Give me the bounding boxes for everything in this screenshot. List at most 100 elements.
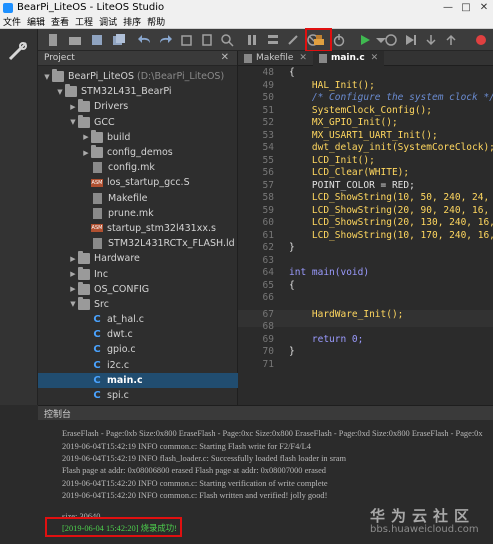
menu-sort[interactable]: 排序 (120, 15, 144, 28)
line-number: 71 (262, 358, 274, 370)
line-number: 68 (262, 321, 274, 332)
paste-icon[interactable] (200, 33, 214, 47)
tab-makefile[interactable]: Makefile ✕ (238, 51, 313, 66)
tab-label: main.c (330, 53, 365, 63)
tree-item[interactable]: ▶ OS_CONFIG (38, 281, 238, 297)
watermark-url: bbs.huaweicloud.com (370, 524, 479, 535)
chevron-down-icon[interactable]: ▼ (68, 118, 78, 126)
tree-item-label: build (107, 131, 131, 143)
tree-item[interactable]: ▶ Drivers (38, 99, 238, 114)
tree-item-label: GCC (94, 116, 115, 128)
tree-item[interactable]: STM32L431RCTx_FLASH.ld (38, 236, 238, 251)
code-line: LCD_Init(); (289, 154, 375, 166)
build-icon[interactable] (246, 33, 260, 47)
tree-item[interactable]: config.mk (38, 160, 238, 175)
tree-item[interactable]: ▼ Src (38, 296, 238, 312)
search-icon[interactable] (220, 33, 234, 47)
run-icon[interactable] (358, 33, 372, 47)
rebuild-icon[interactable] (266, 33, 280, 47)
tree-item[interactable]: Cgpio.c (38, 342, 238, 357)
app-icon (3, 2, 13, 13)
step-out-icon[interactable] (444, 33, 458, 47)
code-line: { (289, 67, 295, 78)
chevron-right-icon[interactable]: ▶ (68, 255, 78, 263)
editor-tabs: Makefile ✕ main.c ✕ (238, 50, 493, 66)
code-line: LCD_ShowString(10, 50, 240, 24, 24, " (311, 192, 490, 203)
window-title: BearPi_LiteOS - LiteOS Studio (17, 2, 165, 13)
tools-icon[interactable] (6, 39, 30, 63)
code-line: } (289, 346, 295, 357)
power-icon[interactable] (332, 33, 346, 47)
open-folder-icon[interactable] (68, 33, 82, 47)
chevron-right-icon[interactable]: ▶ (81, 133, 91, 141)
chevron-right-icon[interactable]: ▶ (81, 149, 91, 157)
tree-item[interactable]: ▼ GCC (38, 114, 238, 130)
file-icon (93, 192, 102, 204)
tree-item-label: at_hal.c (107, 314, 145, 326)
clean-icon[interactable] (286, 33, 300, 47)
code-line: HardWare_Init(); (289, 308, 404, 320)
line-number: 55 (262, 154, 274, 166)
tree-item[interactable]: ▼ STM32L431_BearPi (38, 84, 238, 99)
tree-item[interactable]: Cdwt.c (38, 327, 238, 342)
step-over-icon[interactable] (404, 33, 418, 47)
minimize-button[interactable]: — (439, 2, 457, 13)
save-all-icon[interactable] (112, 33, 126, 47)
redo-icon[interactable] (158, 33, 172, 47)
chevron-right-icon[interactable]: ▶ (68, 103, 78, 111)
close-icon[interactable]: ✕ (221, 52, 229, 63)
copy-icon[interactable] (180, 33, 194, 47)
chevron-down-icon[interactable]: ▼ (55, 88, 65, 96)
tree-item[interactable]: Cat_hal.c (38, 312, 238, 327)
line-number: 56 (262, 167, 274, 178)
close-icon[interactable]: ✕ (299, 53, 307, 63)
tree-item[interactable]: prune.mk (38, 206, 238, 221)
tree-item-label: BearPi_LiteOS (68, 71, 135, 83)
menu-view[interactable]: 查看 (48, 15, 72, 28)
undo-icon[interactable] (138, 33, 152, 47)
close-icon[interactable]: ✕ (371, 53, 379, 63)
watermark-title: 华为云社区 (370, 507, 476, 525)
toolbar (38, 29, 493, 51)
line-number: 62 (262, 242, 274, 253)
tree-item-label: los_startup_gcc.S (107, 177, 190, 189)
menu-debug[interactable]: 调试 (96, 15, 120, 28)
step-into-icon[interactable] (424, 33, 438, 47)
tab-label: Makefile (256, 53, 294, 63)
code-line: { (289, 279, 295, 291)
code-line: MX_USART1_UART_Init(); (289, 129, 438, 141)
tree-item[interactable]: ▼ BearPi_LiteOS (D:\BearPi_LiteOS) (38, 69, 238, 84)
tree-item[interactable]: Makefile (38, 191, 238, 206)
code-editor[interactable]: 48 {49 HAL_Init(); 50 /* Configure the sys… (238, 66, 493, 405)
chevron-right-icon[interactable]: ▶ (68, 285, 78, 293)
tree-item[interactable]: Cmain.c (38, 372, 238, 388)
chevron-down-icon[interactable]: ▼ (68, 300, 78, 308)
menu-project[interactable]: 工程 (72, 15, 96, 28)
line-number: 49 (262, 79, 274, 91)
close-button[interactable]: ✕ (475, 2, 493, 13)
line-number: 60 (262, 217, 274, 228)
stop-debug-icon[interactable] (474, 33, 488, 47)
new-file-icon[interactable] (46, 33, 60, 47)
chevron-down-icon[interactable]: ▼ (42, 73, 52, 81)
tree-item[interactable]: ASM los_startup_gcc.S (38, 175, 238, 190)
tab-main-c[interactable]: main.c ✕ (312, 50, 385, 66)
tree-item[interactable]: Cspi.c (38, 388, 238, 403)
folder-icon (78, 281, 90, 295)
debug-step-icon[interactable] (384, 33, 398, 47)
menu-file[interactable]: 文件 (0, 15, 24, 28)
tree-item[interactable]: ASM startup_stm32l431xx.s (38, 221, 238, 236)
save-icon[interactable] (90, 33, 104, 47)
chevron-right-icon[interactable]: ▶ (68, 270, 78, 278)
maximize-button[interactable]: □ (457, 2, 475, 13)
menu-help[interactable]: 帮助 (144, 15, 168, 28)
console-line: EraseFlash - Page:0xb Size:0x800 EraseFl… (62, 429, 483, 438)
menu-edit[interactable]: 编辑 (24, 15, 48, 28)
tree-item[interactable]: ▶ build (38, 129, 238, 145)
tree-item[interactable]: ▶ Hardware (38, 251, 238, 266)
code-line: LCD_Clear(WHITE); (289, 167, 410, 178)
tree-item[interactable]: ▶ Inc (38, 266, 238, 281)
tree-item-label: config_demos (107, 147, 173, 159)
tree-item[interactable]: ▶ config_demos (38, 145, 238, 160)
tree-item[interactable]: Ci2c.c (38, 358, 238, 373)
